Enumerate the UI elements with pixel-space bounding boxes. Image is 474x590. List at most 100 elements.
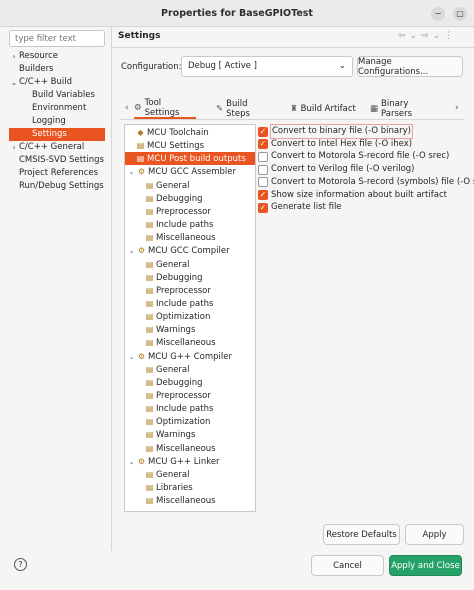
sidebar-item-settings[interactable]: Settings — [9, 128, 105, 141]
tree-node[interactable]: ▤ Debugging — [145, 192, 203, 205]
back-menu-icon[interactable]: ⌄ — [410, 31, 418, 41]
tree-node[interactable]: ▤ Preprocessor — [145, 389, 211, 402]
chevron-down-icon[interactable]: ⌄ — [9, 76, 19, 89]
apply-and-close-button[interactable]: Apply and Close — [389, 555, 462, 576]
tree-node-label: MCU Post build outputs — [147, 154, 246, 165]
title-bar: Properties for BaseGPIOTest − ▢ — [0, 0, 474, 27]
sidebar-item-label: C/C++ General — [19, 142, 85, 152]
sidebar-item-c-c-build[interactable]: ⌄ C/C++ Build — [9, 76, 105, 89]
sidebar-item-project-references[interactable]: Project References — [9, 167, 105, 180]
forward-menu-icon[interactable]: ⌄ — [433, 31, 441, 41]
tree-node[interactable]: ⌄ ⚙ MCU GCC Compiler — [127, 244, 230, 257]
tree-node[interactable]: ◆ MCU Toolchain — [136, 126, 208, 139]
restore-defaults-button[interactable]: Restore Defaults — [323, 524, 400, 545]
sidebar-item-label: Environment — [32, 103, 87, 113]
tree-node[interactable]: ▤ Libraries — [145, 481, 193, 494]
settings-page-icon: ▤ — [145, 312, 154, 322]
tree-node[interactable]: ▤ Optimization — [145, 415, 211, 428]
sidebar-item-logging[interactable]: Logging — [9, 115, 105, 128]
checkbox-checked-icon[interactable]: ✓ — [258, 126, 268, 137]
tree-node[interactable]: ▤ Include paths — [145, 297, 214, 310]
more-icon[interactable]: ⋮ — [444, 31, 453, 41]
tree-node[interactable]: ▤ General — [145, 258, 190, 271]
tree-node[interactable]: ▤ General — [145, 363, 190, 376]
option-checkbox[interactable]: ✓ Generate list file — [258, 201, 342, 214]
tree-node[interactable]: ▤ MCU Post build outputs — [125, 152, 255, 166]
option-checkbox[interactable]: ✓ Convert to binary file (-O binary) — [258, 124, 413, 139]
tab-build-steps[interactable]: ✎ Build Steps — [216, 99, 272, 119]
sidebar-item-build-variables[interactable]: Build Variables — [9, 89, 105, 102]
option-checkbox[interactable]: Convert to Verilog file (-O verilog) — [258, 163, 415, 176]
pane-divider[interactable] — [111, 27, 112, 551]
sidebar-item-cmsis-svd-settings[interactable]: CMSIS-SVD Settings — [9, 154, 105, 167]
tree-node-label: Debugging — [156, 272, 203, 283]
tree-node[interactable]: ▤ Debugging — [145, 271, 203, 284]
settings-page-icon: ▤ — [145, 483, 154, 493]
chevron-down-icon[interactable]: ⌄ — [127, 351, 136, 364]
checkbox-unchecked-icon[interactable] — [258, 151, 268, 162]
option-checkbox[interactable]: ✓ Convert to Intel Hex file (-O ihex) — [258, 138, 412, 151]
minimize-button[interactable]: − — [431, 7, 445, 21]
sidebar-item-environment[interactable]: Environment — [9, 102, 105, 115]
tree-node[interactable]: ▤ Optimization — [145, 310, 211, 323]
checkbox-unchecked-icon[interactable] — [258, 177, 268, 188]
tree-node[interactable]: ▤ Preprocessor — [145, 205, 211, 218]
sidebar-item-builders[interactable]: Builders — [9, 63, 105, 76]
tree-node-label: General — [156, 469, 190, 480]
cancel-button[interactable]: Cancel — [311, 555, 384, 576]
configuration-select[interactable]: Debug [ Active ] ⌄ — [181, 56, 353, 77]
option-checkbox[interactable]: Convert to Motorola S-record (symbols) f… — [258, 176, 474, 189]
sidebar-item-c-c-general[interactable]: › C/C++ General — [9, 141, 105, 154]
sidebar-item-run-debug-settings[interactable]: Run/Debug Settings — [9, 180, 105, 193]
manage-configurations-button[interactable]: Manage Configurations... — [357, 56, 463, 77]
chevron-right-icon[interactable]: › — [9, 141, 19, 154]
option-checkbox[interactable]: Convert to Motorola S-record file (-O sr… — [258, 150, 449, 163]
chevron-down-icon[interactable]: ⌄ — [127, 166, 136, 179]
tab-build-artifact[interactable]: ♜ Build Artifact — [290, 99, 356, 119]
tree-node-label: Preprocessor — [156, 391, 211, 401]
chevron-down-icon[interactable]: ⌄ — [127, 456, 136, 469]
sidebar-item-label: Logging — [32, 116, 66, 126]
back-icon[interactable]: ⇦ — [398, 31, 406, 41]
option-checkbox[interactable]: ✓ Show size information about built artif… — [258, 189, 447, 202]
tree-node[interactable]: ▤ MCU Settings — [136, 139, 204, 152]
settings-page-icon: ▤ — [145, 206, 154, 216]
tree-node[interactable]: ▤ Include paths — [145, 218, 214, 231]
chevron-right-icon[interactable]: › — [9, 50, 19, 63]
tree-node[interactable]: ▤ Miscellaneous — [145, 231, 216, 244]
tree-node-label: Debugging — [156, 377, 203, 388]
tab-tool-settings[interactable]: ⚙ Tool Settings — [134, 98, 196, 119]
help-button[interactable]: ? — [14, 558, 27, 571]
tab-binary-parsers[interactable]: ▦ Binary Parsers — [370, 99, 440, 119]
tabs-scroll-left-icon[interactable]: ‹ — [125, 103, 129, 113]
tree-node[interactable]: ▤ Debugging — [145, 376, 203, 389]
settings-page-icon: ▤ — [145, 430, 154, 440]
sidebar-item-resource[interactable]: › Resource — [9, 50, 105, 63]
tree-node-label: Debugging — [156, 193, 203, 204]
tree-node[interactable]: ▤ Warnings — [145, 428, 196, 441]
forward-icon[interactable]: ⇨ — [421, 31, 429, 41]
settings-page-icon: ▤ — [145, 180, 154, 190]
tree-node[interactable]: ⌄ ⚙ MCU G++ Linker — [127, 455, 220, 468]
tree-node[interactable]: ▤ General — [145, 468, 190, 481]
checkbox-unchecked-icon[interactable] — [258, 164, 268, 175]
tree-node[interactable]: ▤ General — [145, 179, 190, 192]
maximize-button[interactable]: ▢ — [453, 7, 467, 21]
tree-node[interactable]: ▤ Miscellaneous — [145, 494, 216, 507]
tree-node[interactable]: ▤ Miscellaneous — [145, 336, 216, 349]
tree-node[interactable]: ▤ Warnings — [145, 323, 196, 336]
checkbox-checked-icon[interactable]: ✓ — [258, 139, 268, 150]
tree-node[interactable]: ⌄ ⚙ MCU GCC Assembler — [127, 165, 236, 178]
tree-node[interactable]: ▤ Miscellaneous — [145, 442, 216, 455]
tree-node[interactable]: ▤ Preprocessor — [145, 284, 211, 297]
filter-input[interactable] — [9, 30, 105, 47]
apply-button[interactable]: Apply — [405, 524, 464, 545]
tree-node[interactable]: ▤ Include paths — [145, 402, 214, 415]
settings-page-icon: ▤ — [145, 469, 154, 479]
checkbox-checked-icon[interactable]: ✓ — [258, 190, 268, 200]
checkbox-checked-icon[interactable]: ✓ — [258, 202, 268, 213]
tabs-scroll-right-icon[interactable]: › — [455, 103, 459, 113]
tree-node[interactable]: ⌄ ⚙ MCU G++ Compiler — [127, 350, 232, 363]
option-label: Generate list file — [271, 202, 342, 213]
chevron-down-icon[interactable]: ⌄ — [127, 245, 136, 258]
